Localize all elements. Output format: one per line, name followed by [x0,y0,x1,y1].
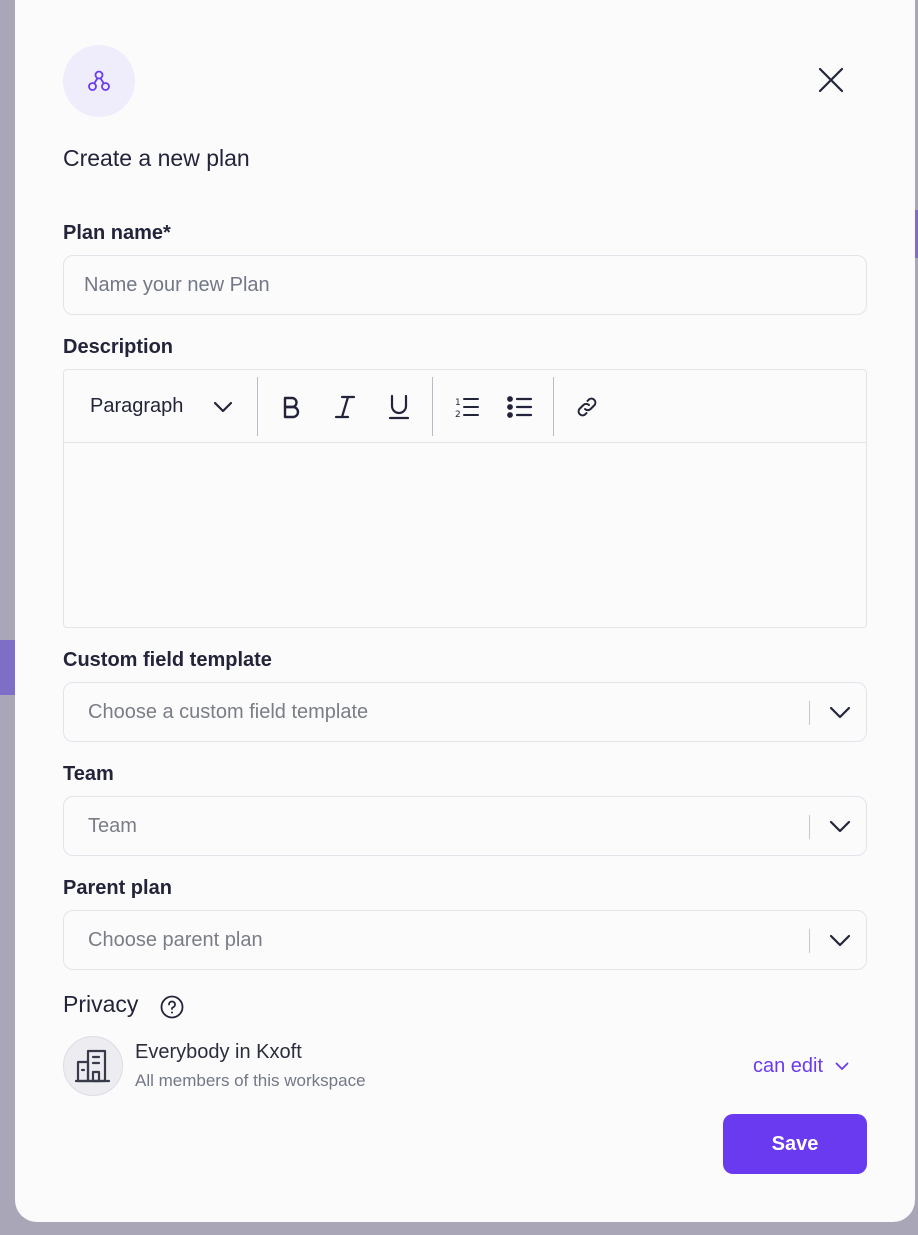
block-format-label: Paragraph [90,395,184,417]
select-divider [809,929,810,953]
link-button[interactable] [570,370,604,443]
toolbar-divider [553,377,554,436]
privacy-title: Privacy [63,991,139,1017]
italic-button[interactable] [328,370,362,443]
team-label: Team [63,763,114,785]
permission-label: can edit [753,1054,824,1077]
description-editor: Paragraph 1 2 [63,369,867,628]
plan-name-input[interactable] [63,255,867,315]
backdrop-button-sliver [0,640,16,695]
chevron-down-icon [835,1062,849,1070]
plan-name-label: Plan name* [63,222,171,244]
building-icon [75,1049,111,1083]
team-placeholder: Team [88,815,137,837]
bold-button[interactable] [274,370,308,443]
parent-plan-label: Parent plan [63,877,172,899]
custom-field-template-label: Custom field template [63,649,272,671]
chevron-down-icon [826,925,854,955]
custom-field-template-placeholder: Choose a custom field template [88,701,369,723]
permission-dropdown[interactable]: can edit [753,1053,849,1079]
workspace-avatar [63,1036,123,1096]
bold-icon [283,396,300,418]
description-textarea[interactable] [64,443,866,627]
member-subtitle: All members of this workspace [135,1071,366,1090]
bullet-list-icon [507,395,533,418]
block-format-dropdown[interactable]: Paragraph [90,370,240,443]
close-button[interactable] [813,62,849,98]
bullet-list-button[interactable] [503,370,537,443]
member-name: Everybody in Kxoft [135,1041,302,1063]
select-divider [809,701,810,725]
svg-text:1: 1 [455,398,461,408]
create-plan-modal: Create a new plan Plan name* Description… [15,0,915,1222]
description-label: Description [63,336,174,358]
parent-plan-select[interactable]: Choose parent plan [63,910,867,970]
close-icon [818,67,844,93]
toolbar-divider [432,377,433,436]
ordered-list-button[interactable]: 1 2 [450,370,484,443]
parent-plan-placeholder: Choose parent plan [88,929,263,951]
custom-field-template-select[interactable]: Choose a custom field template [63,682,867,742]
nodes-icon [63,45,135,117]
select-divider [809,815,810,839]
chevron-down-icon [826,811,854,841]
team-select[interactable]: Team [63,796,867,856]
link-icon [577,397,597,416]
underline-icon [388,394,410,419]
ordered-list-icon: 1 2 [455,397,479,419]
save-button[interactable]: Save [723,1114,867,1174]
chevron-down-icon [214,401,233,412]
help-icon[interactable] [160,995,184,1019]
svg-text:2: 2 [455,410,461,419]
chevron-down-icon [826,697,854,727]
modal-title: Create a new plan [63,145,250,171]
toolbar-divider [257,377,258,436]
italic-icon [334,395,356,418]
underline-button[interactable] [382,370,416,443]
editor-toolbar: Paragraph 1 2 [64,370,866,443]
